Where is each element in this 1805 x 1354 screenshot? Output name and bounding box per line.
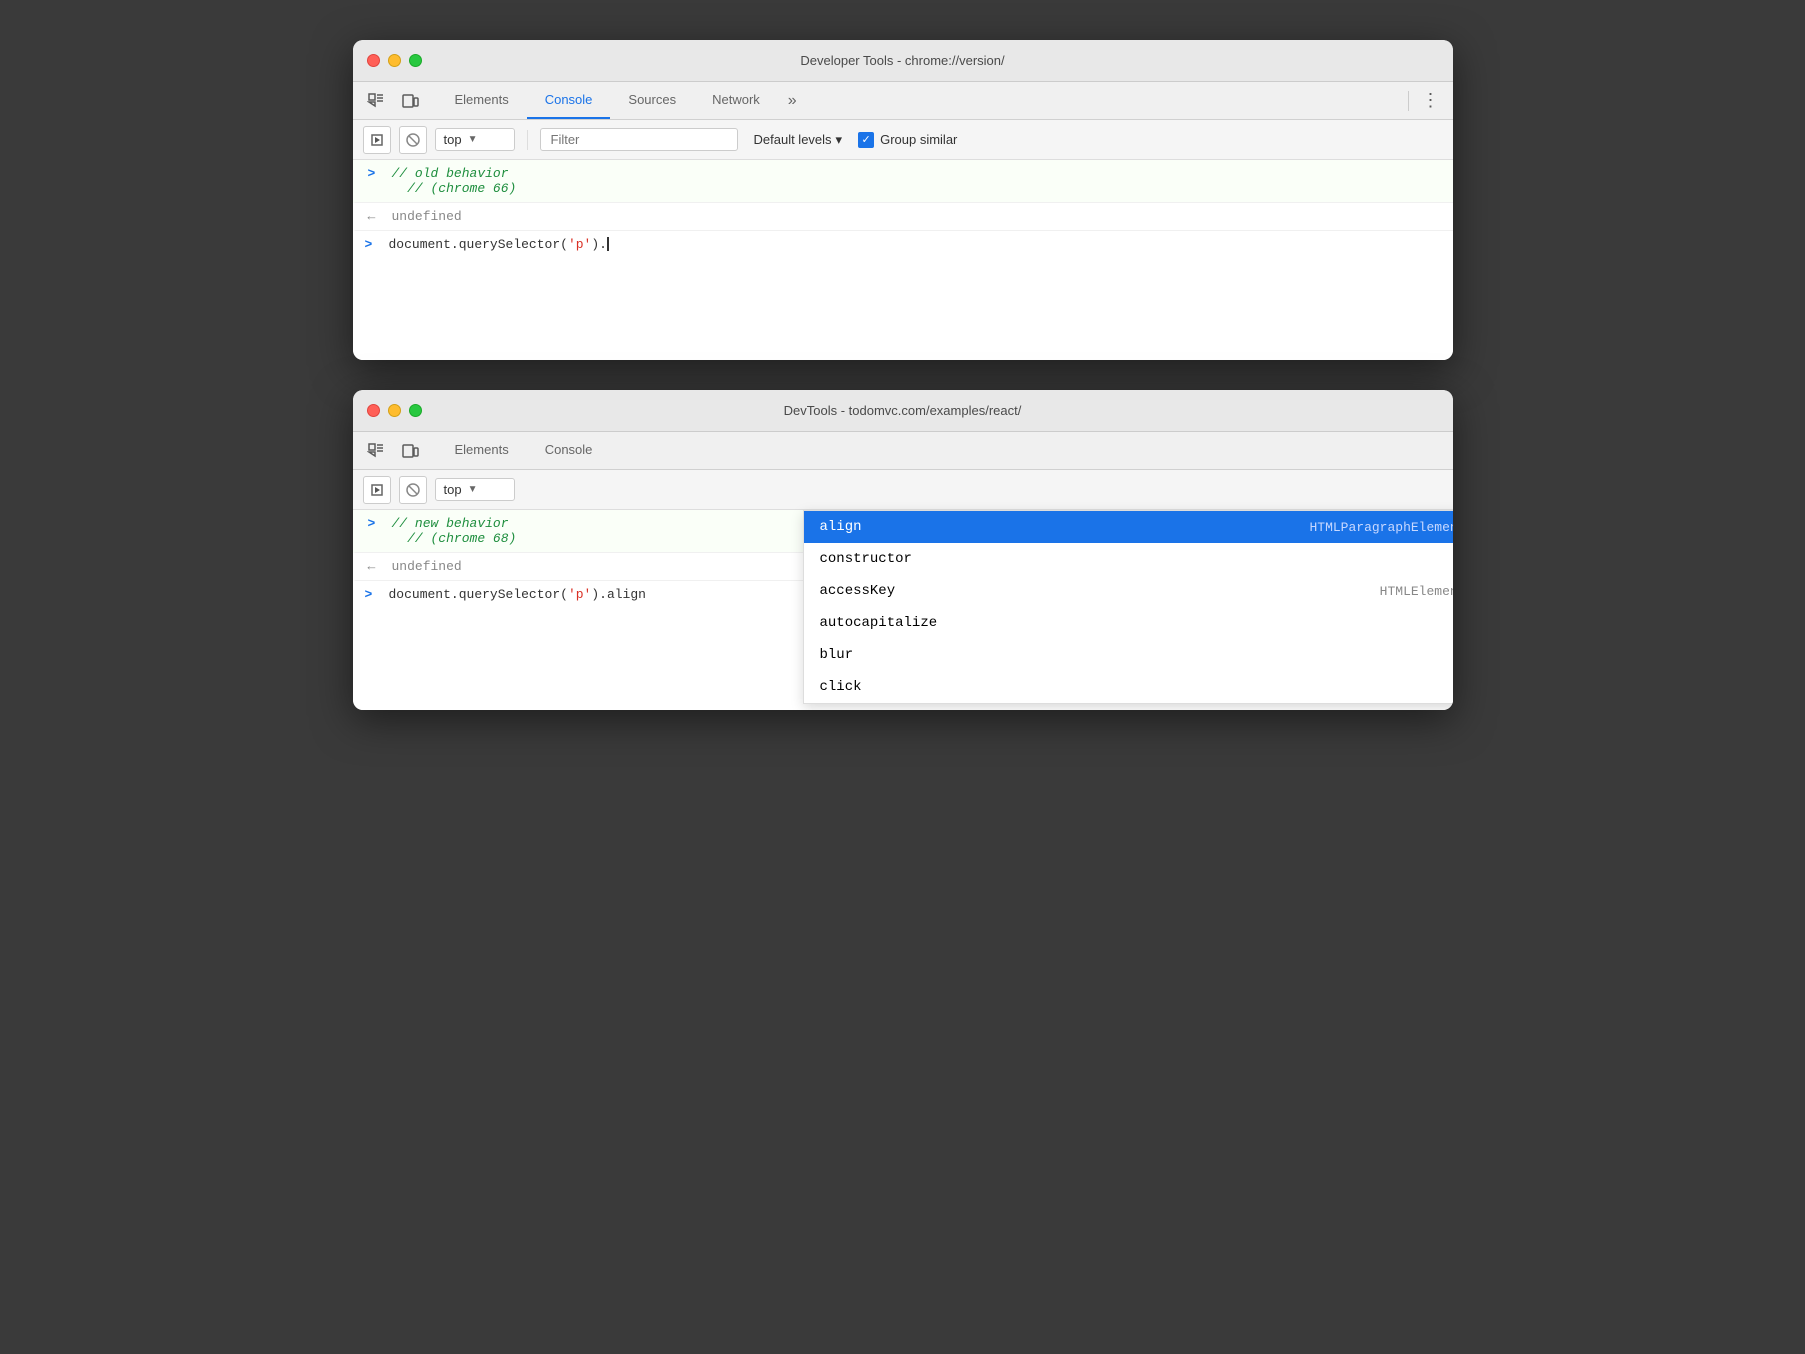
context-select-2[interactable]: top ▼: [435, 478, 515, 501]
code-completion-2: align: [607, 587, 646, 602]
console-area-1: > // old behavior // (chrome 66) ← undef…: [353, 160, 1453, 360]
devtools-menu-1[interactable]: ⋮: [1417, 87, 1445, 115]
clear-button-1[interactable]: [399, 126, 427, 154]
console-area-2: > // new behavior // (chrome 68) ← undef…: [353, 510, 1453, 710]
prompt-back-2: ←: [368, 559, 384, 574]
maximize-button[interactable]: [409, 54, 422, 67]
devtools-window-2: DevTools - todomvc.com/examples/react/: [353, 390, 1453, 710]
code-string-2: 'p': [568, 587, 591, 602]
autocomplete-item-blur[interactable]: blur: [804, 639, 1453, 671]
prompt-active-2: >: [365, 587, 381, 602]
tab-elements-2[interactable]: Elements: [437, 432, 527, 469]
execute-button-1[interactable]: [363, 126, 391, 154]
ac-name-constructor: constructor: [820, 551, 912, 567]
traffic-lights-1: [367, 54, 422, 67]
code-suffix-2: ).: [591, 587, 607, 602]
group-similar-label-1: Group similar: [880, 132, 957, 147]
code-1: // old behavior // (chrome 66): [392, 166, 517, 196]
context-select-1[interactable]: top ▼: [435, 128, 515, 151]
context-arrow-1: ▼: [468, 134, 478, 145]
tab-sources-1[interactable]: Sources: [610, 82, 694, 119]
console-input-1[interactable]: > document.querySelector('p').: [353, 231, 1453, 258]
ac-type-align: HTMLParagraphElement: [1309, 520, 1452, 535]
prompt-1: >: [368, 166, 384, 181]
tab-icons-1: [361, 87, 425, 115]
toolbar-separator-1: [527, 130, 528, 150]
tab-separator-1: [1408, 91, 1409, 111]
clear-button-2[interactable]: [399, 476, 427, 504]
title-bar-2: DevTools - todomvc.com/examples/react/: [353, 390, 1453, 432]
tab-icons-2: [361, 437, 425, 465]
toolbar-1: top ▼ Default levels ▾ ✓ Group similar: [353, 120, 1453, 160]
output-text-2: undefined: [392, 559, 462, 574]
console-entry-1: > // old behavior // (chrome 66): [353, 160, 1453, 203]
context-value-2: top: [444, 482, 462, 497]
ac-type-accesskey: HTMLElement: [1380, 584, 1453, 599]
code-prefix-1: document.querySelector(: [389, 237, 568, 252]
prompt-2: >: [368, 516, 384, 531]
tab-bar-1: Elements Console Sources Network » ⋮: [353, 82, 1453, 120]
ac-name-click: click: [820, 679, 862, 695]
minimize-button[interactable]: [388, 54, 401, 67]
filter-input-1[interactable]: [540, 128, 738, 151]
context-arrow-2: ▼: [468, 484, 478, 495]
ac-name-blur: blur: [820, 647, 854, 663]
inspector-icon[interactable]: [361, 87, 391, 115]
autocomplete-item-autocapitalize[interactable]: autocapitalize: [804, 607, 1453, 639]
levels-arrow-1: ▾: [836, 132, 843, 148]
output-text-1: undefined: [392, 209, 462, 224]
window-title-2: DevTools - todomvc.com/examples/react/: [784, 403, 1022, 418]
maximize-button-2[interactable]: [409, 404, 422, 417]
autocomplete-item-click[interactable]: click: [804, 671, 1453, 703]
console-output-1: ← undefined: [353, 203, 1453, 231]
device-icon[interactable]: [395, 87, 425, 115]
minimize-button-2[interactable]: [388, 404, 401, 417]
cursor-1: [607, 237, 609, 251]
autocomplete-item-accesskey[interactable]: accessKey HTMLElement: [804, 575, 1453, 607]
toolbar-2: top ▼: [353, 470, 1453, 510]
ac-name-accesskey: accessKey: [820, 583, 896, 599]
inspector-icon-2[interactable]: [361, 437, 391, 465]
ac-name-align: align: [820, 519, 862, 535]
autocomplete-item-constructor[interactable]: constructor: [804, 543, 1453, 575]
close-button-2[interactable]: [367, 404, 380, 417]
more-tabs-1[interactable]: »: [778, 82, 807, 119]
traffic-lights-2: [367, 404, 422, 417]
autocomplete-item-align[interactable]: align HTMLParagraphElement: [804, 511, 1453, 543]
window-title-1: Developer Tools - chrome://version/: [800, 53, 1004, 68]
devtools-window-1: Developer Tools - chrome://version/: [353, 40, 1453, 360]
group-similar-checkbox-1[interactable]: ✓: [858, 132, 874, 148]
tab-elements-1[interactable]: Elements: [437, 82, 527, 119]
tab-list-1: Elements Console Sources Network »: [437, 82, 1400, 119]
autocomplete-dropdown: align HTMLParagraphElement constructor a…: [803, 510, 1453, 704]
code-prefix-2: document.querySelector(: [389, 587, 568, 602]
code-2: // new behavior // (chrome 68): [392, 516, 517, 546]
context-value-1: top: [444, 132, 462, 147]
tab-console-1[interactable]: Console: [527, 82, 611, 119]
prompt-active-1: >: [365, 237, 381, 252]
default-levels-1[interactable]: Default levels ▾: [746, 129, 851, 151]
levels-label-1: Default levels: [754, 132, 832, 147]
title-bar-1: Developer Tools - chrome://version/: [353, 40, 1453, 82]
device-icon-2[interactable]: [395, 437, 425, 465]
ac-name-autocapitalize: autocapitalize: [820, 615, 938, 631]
close-button[interactable]: [367, 54, 380, 67]
code-string-1: 'p': [568, 237, 591, 252]
code-suffix-1: ).: [591, 237, 607, 252]
execute-button-2[interactable]: [363, 476, 391, 504]
group-similar-area-1[interactable]: ✓ Group similar: [858, 132, 957, 148]
tab-console-2[interactable]: Console: [527, 432, 611, 469]
tab-list-2: Elements Console: [437, 432, 1445, 469]
tab-network-1[interactable]: Network: [694, 82, 778, 119]
tab-bar-2: Elements Console: [353, 432, 1453, 470]
prompt-back-1: ←: [368, 209, 384, 224]
